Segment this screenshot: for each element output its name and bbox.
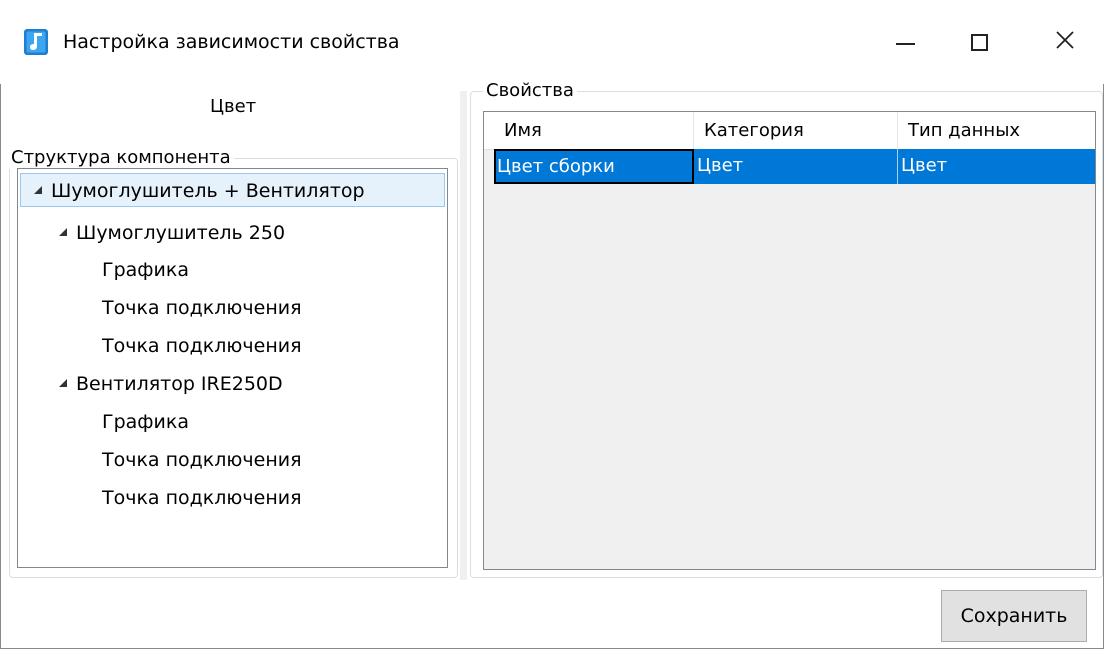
grid-header: Имя Категория Тип данных <box>484 112 1095 150</box>
title-bar[interactable]: Настройка зависимости свойства <box>0 0 1105 84</box>
properties-legend: Свойства <box>483 80 577 102</box>
tree-item-label: Точка подключения <box>102 335 302 357</box>
tree-item-connection-point[interactable]: Точка подключения <box>102 443 302 477</box>
cell-name[interactable]: Цвет сборки <box>494 149 694 184</box>
tree-item-label: Шумоглушитель + Вентилятор <box>51 180 365 202</box>
tree-item-label: Графика <box>102 259 190 281</box>
maximize-button[interactable] <box>956 18 1002 66</box>
save-button[interactable]: Сохранить <box>941 590 1087 642</box>
column-header-name[interactable]: Имя <box>494 112 694 149</box>
properties-grid[interactable]: Имя Категория Тип данных Цвет сборки Цве… <box>483 111 1096 570</box>
minimize-icon <box>895 43 915 45</box>
structure-legend: Структура компонента <box>8 147 234 169</box>
tree-item-graphics[interactable]: Графика <box>102 405 189 439</box>
tree-item-fan[interactable]: Вентилятор IRE250D <box>59 367 283 401</box>
expand-arrow-icon[interactable] <box>59 228 67 236</box>
tree-item-silencer[interactable]: Шумоглушитель 250 <box>59 216 285 250</box>
tree-item-connection-point[interactable]: Точка подключения <box>102 481 302 515</box>
cell-type[interactable]: Цвет <box>898 149 1095 184</box>
tree-item-label: Точка подключения <box>102 449 302 471</box>
expand-arrow-icon[interactable] <box>34 186 42 194</box>
column-header-category[interactable]: Категория <box>694 112 898 149</box>
tree-item-label: Графика <box>102 411 190 433</box>
app-logo-icon <box>24 29 48 55</box>
tree-item-label: Точка подключения <box>102 487 302 509</box>
cell-category[interactable]: Цвет <box>694 149 898 184</box>
minimize-button[interactable] <box>882 18 928 66</box>
window-title: Настройка зависимости свойства <box>63 31 400 53</box>
expand-arrow-icon[interactable] <box>59 379 67 387</box>
panel-splitter[interactable] <box>460 91 467 580</box>
close-button[interactable] <box>1042 18 1088 66</box>
maximize-icon <box>970 33 988 51</box>
tree-item-connection-point[interactable]: Точка подключения <box>102 291 302 325</box>
tree-item-root[interactable]: Шумоглушитель + Вентилятор <box>20 173 445 207</box>
column-header-type[interactable]: Тип данных <box>898 112 1095 149</box>
tree-item-connection-point[interactable]: Точка подключения <box>102 329 302 363</box>
tree-item-label: Шумоглушитель 250 <box>76 222 286 244</box>
property-name-label: Цвет <box>210 96 257 117</box>
table-row[interactable]: Цвет сборки Цвет Цвет <box>494 149 1095 184</box>
tree-item-label: Вентилятор IRE250D <box>76 373 283 395</box>
close-icon <box>1055 30 1075 55</box>
component-tree[interactable]: Шумоглушитель + Вентилятор Шумоглушитель… <box>17 168 448 568</box>
tree-item-label: Точка подключения <box>102 297 302 319</box>
tree-item-graphics[interactable]: Графика <box>102 253 189 287</box>
